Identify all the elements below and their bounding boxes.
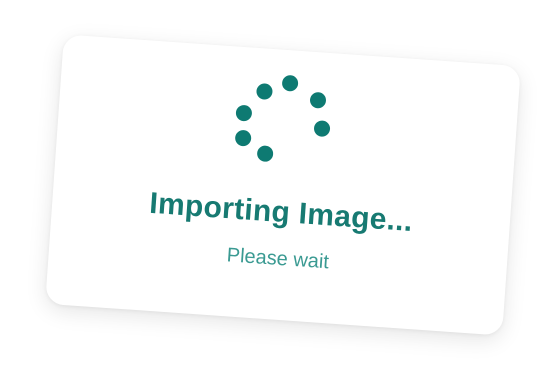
screen: Importing Image... Please wait [0, 0, 547, 377]
loading-spinner-icon [234, 72, 338, 174]
import-progress-dialog: Importing Image... Please wait [45, 34, 521, 336]
spinner-dot [255, 82, 274, 101]
spinner-dot [234, 129, 252, 147]
spinner-dot [235, 104, 253, 122]
spinner-dot [309, 91, 327, 109]
spinner-dot [313, 120, 331, 138]
spinner-dot [281, 74, 299, 92]
spinner-dot [256, 145, 274, 163]
